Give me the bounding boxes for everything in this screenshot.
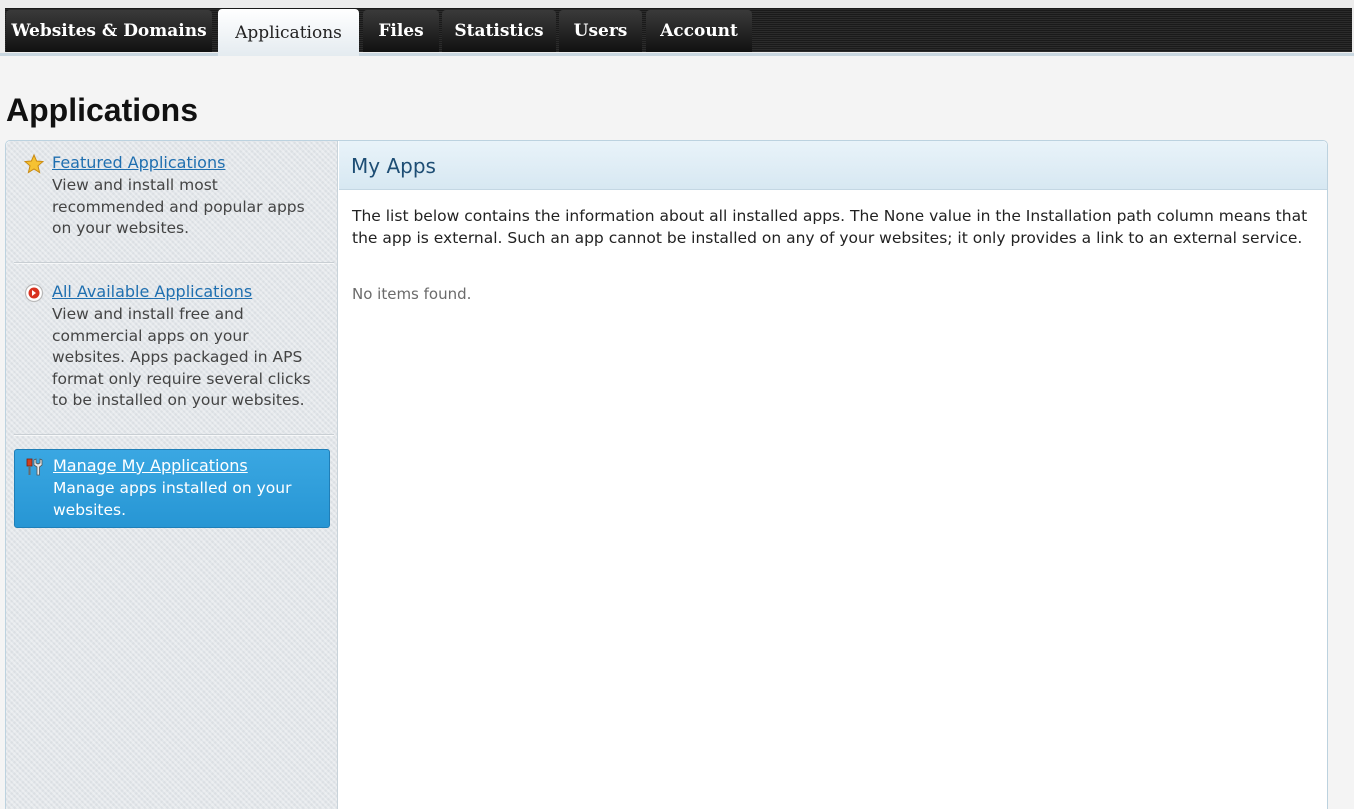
tab-users[interactable]: Users [559,10,642,52]
sidebar-item-all-available-applications[interactable]: All Available Applications View and inst… [14,281,330,412]
sidebar-item-manage-my-applications[interactable]: Manage My Applications Manage apps insta… [14,449,330,528]
sidebar: Featured Applications View and install m… [6,141,338,809]
my-apps-title: My Apps [351,154,436,178]
featured-applications-link[interactable]: Featured Applications [52,152,330,173]
tab-statistics[interactable]: Statistics [442,10,556,52]
all-available-applications-link[interactable]: All Available Applications [52,281,330,302]
featured-applications-description: View and install most recommended and po… [52,176,305,237]
manage-my-applications-link[interactable]: Manage My Applications [53,455,329,476]
top-navigation: Websites & Domains Applications Files St… [0,0,1354,56]
tab-files[interactable]: Files [363,10,439,52]
all-available-applications-description: View and install free and commercial app… [52,305,311,409]
sidebar-divider [14,434,334,436]
tab-applications[interactable]: Applications [218,9,359,56]
sidebar-item-featured-applications[interactable]: Featured Applications View and install m… [14,152,330,240]
star-icon [24,154,44,174]
sidebar-divider [14,262,334,264]
page-title: Applications [6,92,199,128]
manage-my-applications-description: Manage apps installed on your websites. [53,479,292,519]
tab-websites-domains[interactable]: Websites & Domains [6,10,212,52]
tab-account[interactable]: Account [646,10,752,52]
app-catalog-icon [24,283,44,303]
empty-list-message: No items found. [352,285,472,303]
tools-icon [26,458,43,476]
my-apps-description: The list below contains the information … [352,207,1308,247]
my-apps-header: My Apps [339,141,1327,190]
